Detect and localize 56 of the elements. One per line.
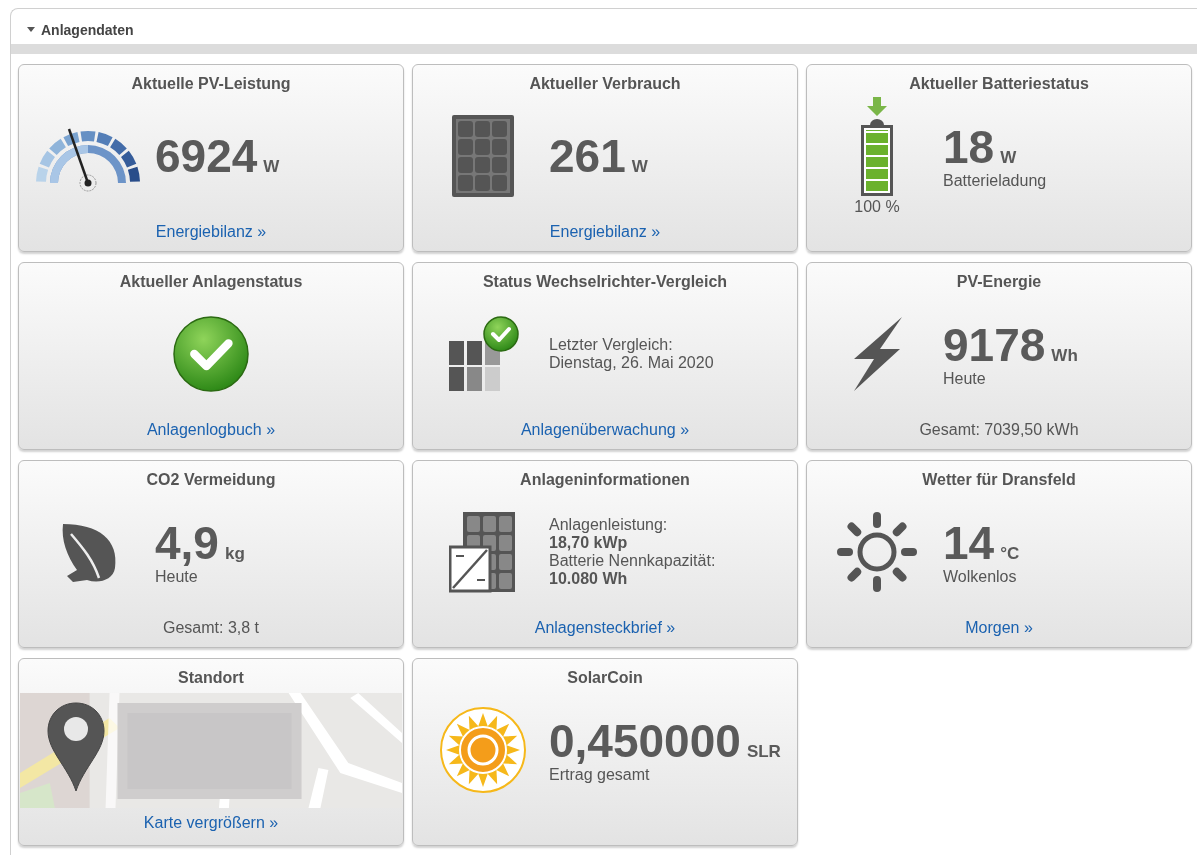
total-text: Gesamt: 7039,50 kWh	[919, 421, 1079, 439]
tile-title: Aktueller Anlagenstatus	[118, 272, 304, 292]
value-text: 9178	[943, 320, 1046, 370]
unit-text: °C	[1000, 544, 1020, 564]
tile-title: Aktueller Verbrauch	[528, 74, 682, 94]
solar-panel-icon	[451, 114, 515, 198]
unit-text: W	[1000, 148, 1017, 168]
tile-link[interactable]: Energiebilanz »	[155, 223, 267, 241]
value-text: 6924	[155, 131, 258, 181]
tile-link[interactable]: Morgen »	[965, 619, 1033, 637]
tile-link[interactable]: Anlagenüberwachung »	[520, 421, 690, 439]
unit-text: W	[263, 157, 280, 177]
caption-text: Ertrag gesamt	[549, 766, 651, 784]
tile-title: Aktuelle PV-Leistung	[130, 74, 292, 94]
check-circle-icon	[173, 316, 249, 392]
value-text: 4,9	[155, 518, 219, 568]
unit-text: SLR	[746, 742, 781, 762]
tile-title: Aktueller Batteriestatus	[908, 74, 1090, 94]
solar-inverter-icon	[449, 511, 517, 593]
tile-title: Wetter für Dransfeld	[921, 470, 1077, 490]
coin-icon	[440, 707, 526, 793]
value-text: 261	[549, 131, 626, 181]
tile-title: Anlageninformationen	[519, 470, 691, 490]
caption-text: Heute	[155, 568, 199, 586]
unit-text: Wh	[1051, 346, 1078, 366]
info-text: 10.080 Wh	[549, 570, 629, 588]
value-text: 14	[943, 518, 995, 568]
info-text: 18,70 kWp	[549, 534, 629, 552]
value-text: 0,450000	[549, 716, 741, 766]
map-pin-icon	[46, 701, 106, 793]
tile-link[interactable]: Karte vergrößern »	[143, 814, 279, 832]
total-text: Gesamt: 3,8 t	[162, 619, 259, 637]
tile-title: PV-Energie	[955, 272, 1043, 292]
tile-title: Status Wechselrichter-Vergleich	[481, 272, 729, 292]
tile-link[interactable]: Anlagenlogbuch »	[146, 421, 276, 439]
caption-text: Batterieladung	[943, 172, 1047, 190]
section-title[interactable]: Anlagendaten	[41, 21, 134, 38]
tile-title: SolarCoin	[566, 668, 644, 688]
info-text: Letzter Vergleich:	[549, 336, 674, 354]
info-text: Batterie Nennkapazität:	[549, 552, 716, 570]
battery-icon	[861, 96, 893, 196]
charge-percent: 100 %	[854, 197, 900, 216]
inverter-check-icon	[447, 315, 519, 393]
caption-text: Heute	[943, 370, 987, 388]
info-text: Dienstag, 26. Mai 2020	[549, 354, 714, 372]
tile-title: CO2 Vermeidung	[145, 470, 277, 490]
value-text: 18	[943, 122, 995, 172]
unit-text: W	[631, 157, 648, 177]
sun-icon	[835, 510, 919, 594]
unit-text: kg	[224, 544, 245, 564]
collapse-icon[interactable]	[27, 27, 35, 32]
info-text: Anlagenleistung:	[549, 516, 669, 534]
tile-link[interactable]: Anlagensteckbrief »	[534, 619, 676, 637]
caption-text: Wolkenlos	[943, 568, 1018, 586]
tile-title: Standort	[177, 668, 245, 688]
tile-link[interactable]: Energiebilanz »	[549, 223, 661, 241]
